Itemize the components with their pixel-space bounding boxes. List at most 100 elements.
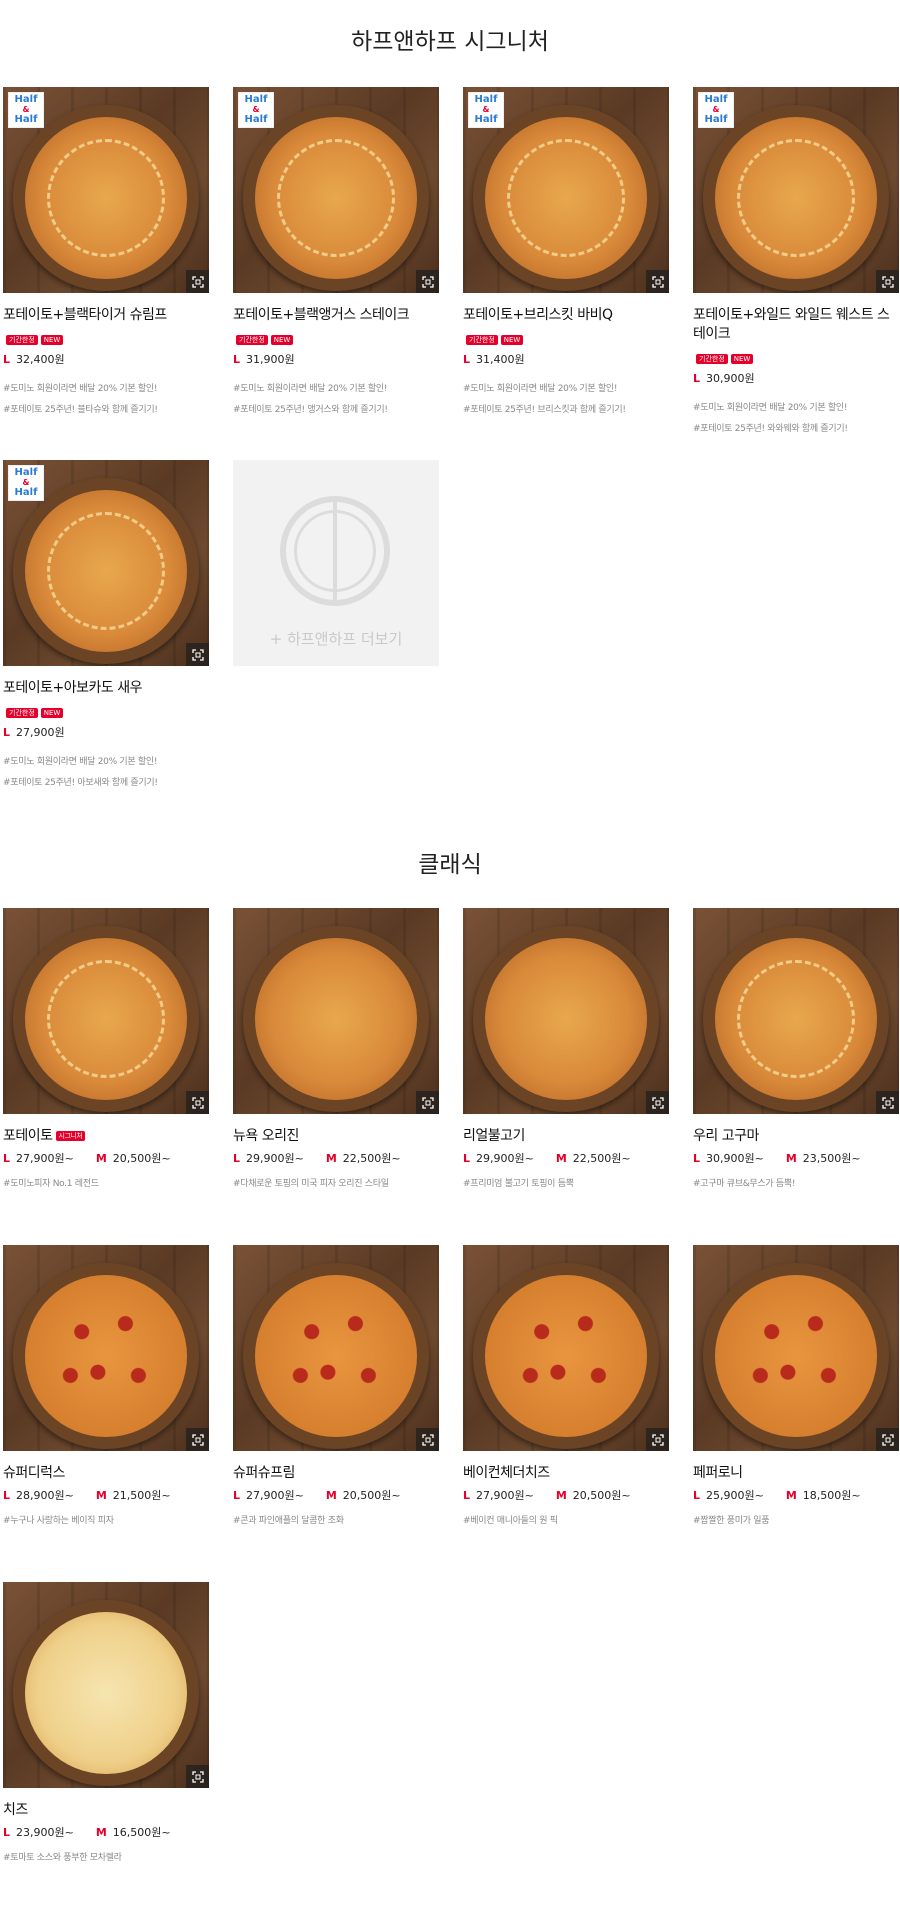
pizza-photo <box>715 938 877 1100</box>
menu-card-half-half[interactable]: Half & Half 포테이토+블랙앵거스 스테이크 기간한정 NEW L 31,900원 #… <box>233 87 439 460</box>
menu-card-half-half[interactable]: Half & Half 포테이토+아보카도 새우 기간한정 NEW L 27,900원 #도미노… <box>3 460 209 833</box>
menu-card-classic[interactable]: 슈퍼슈프림 L 27,900원~ M 20,500원~ #콘과 파인애플의 달콤한 조화 <box>233 1245 439 1582</box>
menu-name[interactable]: 베이컨체더치즈 <box>463 1465 550 1481</box>
zoom-icon[interactable] <box>876 1091 899 1114</box>
tag-badge: NEW <box>500 334 524 345</box>
zoom-icon[interactable] <box>646 270 669 293</box>
half-half-logo: Half & Half <box>468 92 504 128</box>
zoom-icon[interactable] <box>646 1428 669 1451</box>
pizza-image[interactable] <box>463 1245 669 1451</box>
half-half-logo: Half & Half <box>8 465 44 501</box>
pizza-image[interactable]: Half & Half <box>463 87 669 293</box>
pizza-board <box>473 926 659 1112</box>
zoom-icon[interactable] <box>186 1765 209 1788</box>
menu-name[interactable]: 리얼불고기 <box>463 1128 525 1144</box>
pizza-photo <box>255 117 417 279</box>
menu-desc: #도미노피자 No.1 레전드 <box>3 1179 99 1189</box>
menu-card-classic[interactable]: 우리 고구마 L 30,900원~ M 23,500원~ #고구마 큐브&무스가 듬뿍! <box>693 908 899 1245</box>
menu-card-classic[interactable]: 베이컨체더치즈 L 27,900원~ M 20,500원~ #베이컨 매니아들의 원 픽 <box>463 1245 669 1582</box>
pizza-image[interactable]: Half & Half <box>693 87 899 293</box>
zoom-icon[interactable] <box>876 270 899 293</box>
menu-desc: #프리미엄 불고기 토핑이 듬뿍 <box>463 1179 574 1189</box>
menu-desc: #토마토 소스와 풍부한 모차렐라 <box>3 1853 122 1863</box>
pizza-image[interactable]: Half & Half <box>3 87 209 293</box>
zoom-icon[interactable] <box>186 643 209 666</box>
pizza-image[interactable]: Half & Half <box>233 87 439 293</box>
menu-card-classic[interactable]: 뉴욕 오리진 L 29,900원~ M 22,500원~ #다채로운 토핑의 미국 피자 … <box>233 908 439 1245</box>
pizza-photo <box>485 938 647 1100</box>
menu-card-half-half[interactable]: Half & Half 포테이토+와일드 와일드 웨스트 스테이크 기간한정 NEW L 30… <box>693 87 899 460</box>
size-m-label: M <box>325 1152 337 1165</box>
price-m: 21,500원~ <box>112 1489 171 1502</box>
menu-name[interactable]: 페퍼로니 <box>693 1465 743 1481</box>
price-row: L 23,900원~ M 16,500원~ <box>3 1824 209 1840</box>
menu-name[interactable]: 포테이토 <box>3 1128 53 1144</box>
menu-card-classic[interactable]: 치즈 L 23,900원~ M 16,500원~ #토마토 소스와 풍부한 모차렐라 <box>3 1582 209 1919</box>
price-m: 20,500원~ <box>112 1152 171 1165</box>
price-row: L 30,900원~ M 23,500원~ <box>693 1150 899 1166</box>
menu-name[interactable]: 우리 고구마 <box>693 1128 759 1144</box>
menu-name[interactable]: 포테이토+블랙앵거스 스테이크 <box>233 306 439 325</box>
pizza-board <box>703 926 889 1112</box>
desc-line: #도미노 회원이라면 배달 20% 기본 할인! <box>463 384 618 394</box>
menu-name-row: 페퍼로니 <box>693 1464 899 1483</box>
pizza-photo <box>255 938 417 1100</box>
tag-badge: NEW <box>40 707 64 718</box>
pizza-image[interactable]: Half & Half <box>3 460 209 666</box>
menu-name[interactable]: 포테이토+와일드 와일드 웨스트 스테이크 <box>693 306 899 344</box>
zoom-icon[interactable] <box>186 270 209 293</box>
size-m-label: M <box>95 1489 107 1502</box>
menu-name[interactable]: 치즈 <box>3 1802 28 1818</box>
tag-badge: 기간한정 <box>696 353 728 364</box>
price-m: 23,500원~ <box>802 1152 861 1165</box>
price-row: L 29,900원~ M 22,500원~ <box>463 1150 669 1166</box>
pizza-image[interactable] <box>3 908 209 1114</box>
menu-card-half-half[interactable]: Half & Half 포테이토+블랙타이거 슈림프 기간한정 NEW L 32,400원 #도… <box>3 87 209 460</box>
zoom-icon[interactable] <box>186 1428 209 1451</box>
pizza-board <box>243 1263 429 1449</box>
price-l: 30,900원 <box>706 372 755 385</box>
menu-card-half-half[interactable]: Half & Half 포테이토+브리스킷 바비Q 기간한정 NEW L 31,400원 #도미… <box>463 87 669 460</box>
pizza-board <box>13 1600 199 1786</box>
tag-list: 기간한정 NEW <box>693 348 899 364</box>
pizza-image[interactable] <box>693 908 899 1114</box>
price-l: 29,900원~ <box>476 1152 534 1165</box>
menu-name[interactable]: 포테이토+아보카도 새우 <box>3 679 209 698</box>
tag-badge: 기간한정 <box>6 707 38 718</box>
size-l-label: L <box>693 1489 701 1502</box>
menu-card-classic[interactable]: 리얼불고기 L 29,900원~ M 22,500원~ #프리미엄 불고기 토핑이 듬뿍 <box>463 908 669 1245</box>
pizza-image[interactable] <box>233 908 439 1114</box>
pizza-image[interactable] <box>3 1582 209 1788</box>
zoom-icon[interactable] <box>186 1091 209 1114</box>
size-l-label: L <box>233 1152 241 1165</box>
pizza-image[interactable] <box>693 1245 899 1451</box>
price-m: 22,500원~ <box>572 1152 631 1165</box>
more-label: + 하프앤하프 더보기 <box>269 630 403 648</box>
menu-desc: #콘과 파인애플의 달콤한 조화 <box>233 1516 344 1526</box>
price-m: 18,500원~ <box>802 1489 861 1502</box>
menu-name[interactable]: 뉴욕 오리진 <box>233 1128 299 1144</box>
price-row: L 32,400원 <box>3 351 209 367</box>
pizza-board <box>243 105 429 291</box>
menu-card-classic[interactable]: 페퍼로니 L 25,900원~ M 18,500원~ #짭짤한 풍미가 일품 <box>693 1245 899 1582</box>
more-half-half-tile[interactable]: + 하프앤하프 더보기 <box>233 460 439 833</box>
pizza-board <box>13 105 199 291</box>
menu-name[interactable]: 포테이토+브리스킷 바비Q <box>463 306 669 325</box>
pizza-photo <box>485 117 647 279</box>
menu-name[interactable]: 슈퍼디럭스 <box>3 1465 65 1481</box>
zoom-icon[interactable] <box>416 1428 439 1451</box>
zoom-icon[interactable] <box>416 1091 439 1114</box>
pizza-image[interactable] <box>233 1245 439 1451</box>
zoom-icon[interactable] <box>876 1428 899 1451</box>
pizza-board <box>13 1263 199 1449</box>
menu-card-classic[interactable]: 포테이토 시그니처 L 27,900원~ M 20,500원~ #도미노피자 No.1 레전… <box>3 908 209 1245</box>
zoom-icon[interactable] <box>416 270 439 293</box>
pizza-image[interactable] <box>463 908 669 1114</box>
pizza-image[interactable] <box>3 1245 209 1451</box>
menu-name[interactable]: 포테이토+블랙타이거 슈림프 <box>3 306 209 325</box>
size-l-label: L <box>3 1152 11 1165</box>
size-m-label: M <box>95 1152 107 1165</box>
zoom-icon[interactable] <box>646 1091 669 1114</box>
menu-card-classic[interactable]: 슈퍼디럭스 L 28,900원~ M 21,500원~ #누구나 사랑하는 베이직 피자 <box>3 1245 209 1582</box>
menu-name[interactable]: 슈퍼슈프림 <box>233 1465 295 1481</box>
